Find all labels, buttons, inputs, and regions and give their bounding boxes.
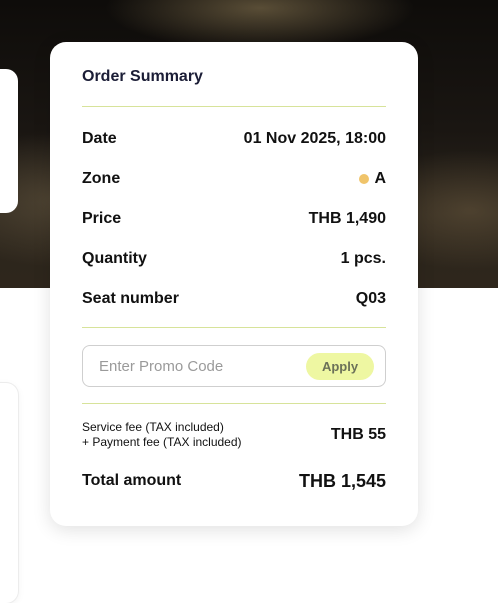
order-details: Date 01 Nov 2025, 18:00 Zone A Price THB… <box>82 119 386 319</box>
date-label: Date <box>82 130 117 147</box>
promo-code-input[interactable] <box>99 357 299 375</box>
fees-value: THB 55 <box>330 426 386 443</box>
total-amount-label: Total amount <box>82 472 182 489</box>
price-value: THB 1,490 <box>308 210 386 227</box>
promo-code-field: Apply <box>82 345 386 387</box>
fee-labels: Service fee (TAX included) + Payment fee… <box>82 420 242 450</box>
service-fee-label: Service fee (TAX included) <box>82 420 224 434</box>
order-summary-title: Order Summary <box>82 68 203 85</box>
fees-row: Service fee (TAX included) + Payment fee… <box>82 420 386 450</box>
apply-promo-button[interactable]: Apply <box>306 352 374 380</box>
total-row: Total amount THB 1,545 <box>82 468 386 494</box>
price-row: Price THB 1,490 <box>82 199 386 239</box>
zone-row: Zone A <box>82 159 386 199</box>
seat-number-value: Q03 <box>355 290 386 307</box>
seat-number-row: Seat number Q03 <box>82 279 386 319</box>
zone-label: Zone <box>82 170 121 187</box>
event-info-card <box>0 69 18 213</box>
divider <box>82 106 386 107</box>
quantity-label: Quantity <box>82 250 147 267</box>
zone-color-dot-icon <box>359 174 370 184</box>
divider <box>82 403 386 404</box>
zone-value: A <box>374 170 386 187</box>
quantity-row: Quantity 1 pcs. <box>82 239 386 279</box>
details-card <box>0 383 18 603</box>
order-summary-card: Order Summary Date 01 Nov 2025, 18:00 Zo… <box>50 42 418 526</box>
zone-value-wrap: A <box>359 170 386 188</box>
divider <box>82 327 386 328</box>
date-value: 01 Nov 2025, 18:00 <box>243 130 386 147</box>
price-label: Price <box>82 210 122 227</box>
seat-number-label: Seat number <box>82 290 179 307</box>
quantity-value: 1 pcs. <box>340 250 386 267</box>
total-amount-value: THB 1,545 <box>298 470 386 491</box>
payment-fee-label: + Payment fee (TAX included) <box>82 435 242 449</box>
date-row: Date 01 Nov 2025, 18:00 <box>82 119 386 159</box>
